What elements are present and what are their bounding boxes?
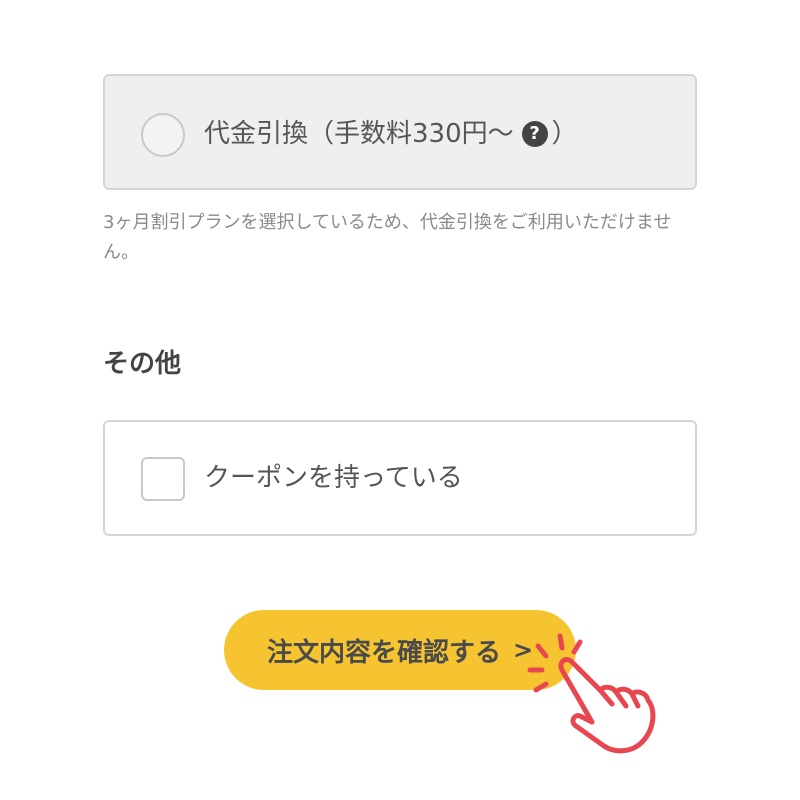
tap-ray xyxy=(533,681,549,693)
coupon-label[interactable]: クーポンを持っている xyxy=(204,460,463,496)
coupon-option[interactable]: クーポンを持っている xyxy=(103,420,697,536)
tap-hand-icon xyxy=(527,633,656,754)
coupon-checkbox[interactable] xyxy=(141,457,185,501)
tap-ray xyxy=(557,633,565,651)
tap-ray xyxy=(571,639,583,655)
other-section-heading: その他 xyxy=(103,349,182,379)
cod-label-close: ） xyxy=(551,119,578,149)
cod-payment-option: 代金引換（手数料330円〜 ? ） xyxy=(103,74,697,190)
help-icon[interactable]: ? xyxy=(521,121,548,147)
cod-label-text: 代金引換（手数料330円〜 xyxy=(204,119,514,149)
cod-option-label: 代金引換（手数料330円〜 ? ） xyxy=(204,116,578,152)
finger-crease xyxy=(629,691,641,709)
tap-ray xyxy=(535,643,549,659)
cod-unavailable-notice: 3ヶ月割引プランを選択しているため、代金引換をご利用いただけません。 xyxy=(103,212,672,263)
finger-crease xyxy=(597,687,615,707)
cod-radio-button xyxy=(141,113,185,157)
finger-crease xyxy=(613,689,629,709)
confirm-order-label: 注文内容を確認する xyxy=(266,637,501,668)
